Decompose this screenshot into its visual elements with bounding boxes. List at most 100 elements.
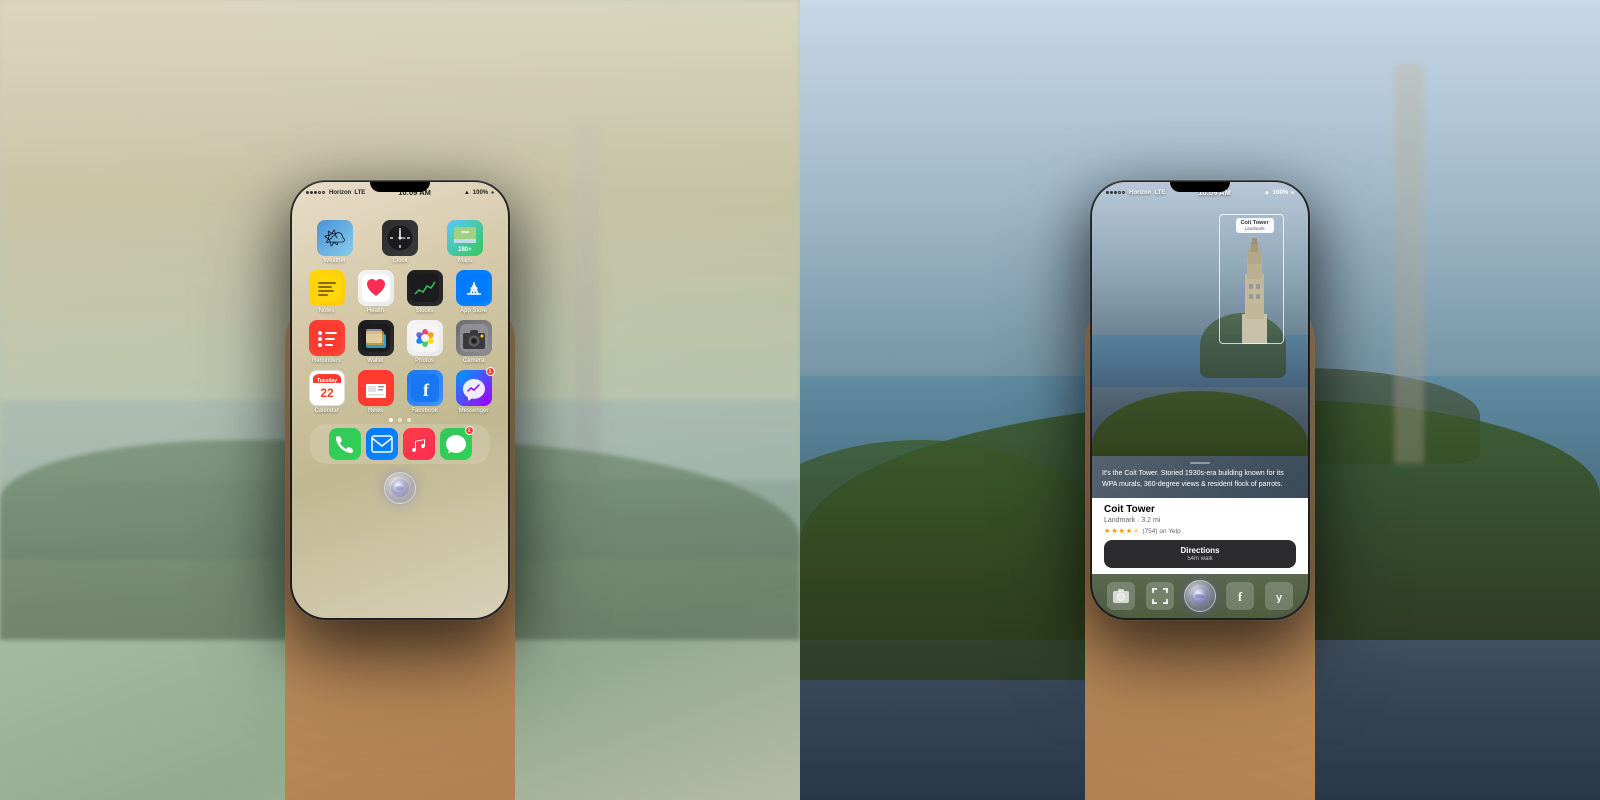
icon-clock[interactable] [382, 220, 418, 256]
dot-1 [389, 418, 393, 422]
app-photos[interactable]: Photos [407, 320, 443, 364]
svg-text:f: f [423, 380, 430, 400]
app-weather[interactable]: 🌤 Weather [317, 220, 353, 264]
label-appstore: App Store [460, 308, 487, 314]
icon-facebook[interactable]: f [407, 370, 443, 406]
ar-tool-yelp[interactable]: y [1265, 582, 1293, 610]
svg-text:280+: 280+ [459, 247, 473, 252]
icon-calendar[interactable]: Tuesday 22 [309, 370, 345, 406]
icon-stocks[interactable] [407, 270, 443, 306]
directions-sub: 54m walk [1110, 556, 1290, 562]
svg-text:Tuesday: Tuesday [317, 378, 337, 384]
icon-dock-mail[interactable] [366, 428, 398, 460]
coit-tower-ar: Coit Tower Landmark [1227, 234, 1282, 349]
left-phone-inner: Horizon LTE 10:09 AM ▲ 100% ▪ [292, 182, 508, 618]
r-dot-5 [1122, 191, 1125, 194]
yelp-tool-icon: y [1272, 589, 1286, 603]
coit-tower-ar-container: Coit Tower Landmark [1227, 234, 1282, 349]
icon-news[interactable] [358, 370, 394, 406]
music-glyph [408, 433, 430, 455]
dock-phone[interactable] [329, 428, 361, 460]
battery-label: 100% [473, 190, 488, 196]
icon-wallet[interactable] [358, 320, 394, 356]
dock-music[interactable] [403, 428, 435, 460]
app-camera[interactable]: Camera [456, 320, 492, 364]
r-dot-3 [1114, 191, 1117, 194]
ar-tool-camera[interactable] [1107, 582, 1135, 610]
label-stocks: Stocks [415, 308, 433, 314]
right-tower-bg [1394, 64, 1424, 464]
dock-mail[interactable] [366, 428, 398, 460]
appstore-face: A [460, 274, 488, 302]
ar-toolbar: f y [1092, 574, 1308, 618]
ar-tool-facebook[interactable]: f [1226, 582, 1254, 610]
icon-dock-music[interactable] [403, 428, 435, 460]
dock: 1 [310, 424, 490, 464]
label-health: Health [367, 308, 384, 314]
app-stocks[interactable]: Stocks [407, 270, 443, 314]
app-row-2: Notes Health [302, 270, 498, 314]
status-right-left: ▲ 100% ▪ [464, 188, 494, 197]
app-row-1: 🌤 Weather [302, 220, 498, 264]
icon-maps[interactable]: 280+ [447, 220, 483, 256]
svg-text:f: f [1238, 589, 1243, 603]
label-calendar: Calendar [314, 408, 338, 414]
app-wallet[interactable]: Wallet [358, 320, 394, 364]
signal-dot-3 [314, 191, 317, 194]
info-card-title: Coit Tower [1104, 504, 1296, 515]
app-facebook[interactable]: f Facebook [407, 370, 443, 414]
icon-notes[interactable] [309, 270, 345, 306]
star-2: ★ [1111, 527, 1117, 535]
app-messenger[interactable]: 1 Messenger [456, 370, 492, 414]
icon-camera[interactable] [456, 320, 492, 356]
siri-button-left[interactable] [384, 472, 416, 504]
r-dot-4 [1118, 191, 1121, 194]
review-count: (754) on Yelp [1142, 528, 1180, 535]
label-weather: Weather [323, 258, 346, 264]
card-drag-handle [1190, 462, 1210, 464]
siri-icon-right [1191, 587, 1209, 605]
app-news[interactable]: News [358, 370, 394, 414]
dock-messages[interactable]: 1 [440, 428, 472, 460]
r-dot-1 [1106, 191, 1109, 194]
label-notes: Notes [319, 308, 335, 314]
news-face [362, 374, 390, 402]
app-notes[interactable]: Notes [309, 270, 345, 314]
messenger-face [460, 374, 488, 402]
clock-face [386, 224, 414, 252]
icon-weather[interactable]: 🌤 [317, 220, 353, 256]
phone-notch [370, 182, 430, 192]
icon-messenger[interactable] [456, 370, 492, 406]
app-appstore[interactable]: A App Store [456, 270, 492, 314]
directions-button[interactable]: Directions 54m walk [1104, 540, 1296, 568]
icon-health[interactable] [358, 270, 394, 306]
location-icon: ▲ [464, 190, 470, 196]
app-calendar[interactable]: Tuesday 22 Calendar [309, 370, 345, 414]
carrier-label: Horizon [329, 190, 351, 196]
app-reminders[interactable]: Reminders [309, 320, 345, 364]
health-face [362, 274, 390, 302]
right-phone: Horizon LTE 10:09 AM ▲ 100% ▪ [1090, 180, 1310, 620]
camera-tool-icon [1113, 589, 1129, 603]
label-maps: Maps [458, 258, 473, 264]
icon-dock-phone[interactable] [329, 428, 361, 460]
icon-appstore[interactable]: A [456, 270, 492, 306]
icon-photos[interactable] [407, 320, 443, 356]
app-clock[interactable]: Clock [382, 220, 418, 264]
left-phone: Horizon LTE 10:09 AM ▲ 100% ▪ [290, 180, 510, 620]
app-row-3: Reminders [302, 320, 498, 364]
wallet-face [362, 324, 390, 352]
app-maps[interactable]: 280+ Maps [447, 220, 483, 264]
mail-glyph [371, 435, 393, 453]
camera-face [460, 324, 488, 352]
star-5: ★ [1133, 527, 1139, 535]
icon-reminders[interactable] [309, 320, 345, 356]
ar-tool-scan[interactable] [1146, 582, 1174, 610]
messenger-badge: 1 [486, 367, 495, 376]
left-panel: Horizon LTE 10:09 AM ▲ 100% ▪ [0, 0, 800, 800]
app-health[interactable]: Health [358, 270, 394, 314]
right-status-right: ▲ 100% ▪ [1264, 188, 1294, 197]
weather-glyph: 🌤 [323, 228, 346, 249]
battery-icon: ▪ [491, 188, 494, 197]
siri-button-right[interactable] [1184, 580, 1216, 612]
